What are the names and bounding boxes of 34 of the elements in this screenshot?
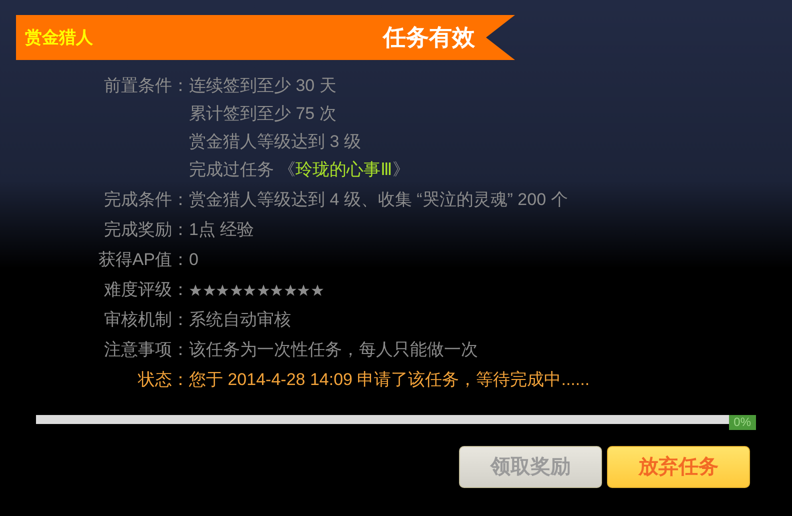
task-link[interactable]: 玲珑的心事Ⅲ xyxy=(296,156,393,184)
field-label: 完成奖励： xyxy=(103,219,189,241)
field-value: 您于 2014-4-28 14:09 申请了该任务，等待完成中...... xyxy=(189,369,590,391)
star-icon xyxy=(230,284,242,296)
field-label: 状态： xyxy=(136,369,189,391)
field-label: 获得AP值： xyxy=(97,249,189,271)
field-value: 连续签到至少 30 天 xyxy=(189,75,336,97)
field-label: 前置条件： xyxy=(103,75,189,97)
field-value: 累计签到至少 75 次 xyxy=(189,103,336,125)
field-value: 完成过任务 《 xyxy=(189,159,296,181)
progress-reading: 0% xyxy=(728,415,756,430)
field-value: 该任务为一次性任务，每人只能做一次 xyxy=(189,339,478,361)
field-value: 赏金猎人等级达到 4 级、收集 “哭泣的灵魂” 200 个 xyxy=(189,189,568,211)
field-label: 难度评级： xyxy=(103,279,189,301)
task-status-label: 任务有效 xyxy=(383,23,476,52)
star-icon xyxy=(202,284,216,296)
field-label: 注意事项： xyxy=(103,339,189,361)
field-label: 完成条件： xyxy=(103,189,189,211)
star-icon xyxy=(310,284,324,296)
star-icon xyxy=(297,284,310,296)
star-icon xyxy=(270,284,283,296)
star-icon xyxy=(243,284,256,296)
banner-title: 赏金猎人 xyxy=(24,26,93,49)
field-value: 赏金猎人等级达到 3 级 xyxy=(189,131,361,153)
star-icon xyxy=(256,284,270,296)
star-icon xyxy=(189,284,202,296)
star-icon xyxy=(216,284,229,296)
field-label: 审核机制： xyxy=(103,309,189,331)
abandon-task-button[interactable]: 放弃任务 xyxy=(607,446,750,488)
field-value: 0 xyxy=(189,249,198,271)
field-value: 》 xyxy=(392,159,410,181)
star-icon xyxy=(284,284,296,296)
field-value: 1点 经验 xyxy=(189,219,254,241)
field-value: 系统自动审核 xyxy=(189,309,291,331)
